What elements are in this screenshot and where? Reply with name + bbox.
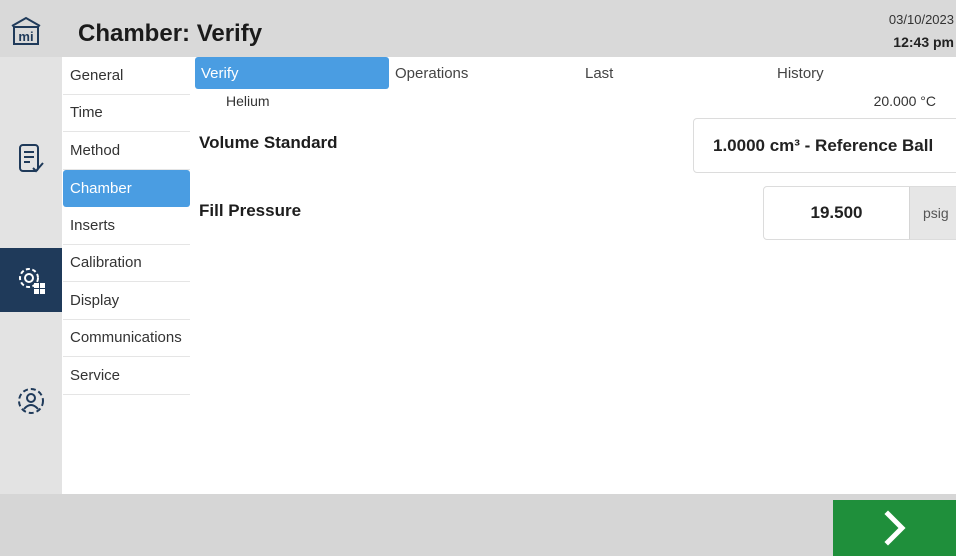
settings-item-time[interactable]: Time xyxy=(63,95,190,132)
home-button[interactable]: mi xyxy=(8,14,48,54)
settings-item-label: Time xyxy=(70,104,103,122)
settings-item-label: Display xyxy=(70,291,120,309)
chevron-right-icon xyxy=(883,510,906,546)
tab-verify[interactable]: Verify xyxy=(195,57,389,89)
footer-bar xyxy=(0,494,956,556)
settings-item-label: Communications xyxy=(70,329,182,347)
settings-item-inserts[interactable]: Inserts xyxy=(63,207,190,245)
settings-item-label: Inserts xyxy=(70,216,116,234)
settings-item-general[interactable]: General xyxy=(63,57,190,95)
next-button[interactable] xyxy=(833,500,956,556)
settings-list: General Time Method Chamber Inserts Cali… xyxy=(63,57,190,395)
settings-item-label: Calibration xyxy=(70,254,142,272)
left-rail xyxy=(0,57,62,494)
tab-history[interactable]: History xyxy=(771,57,956,89)
user-settings-icon xyxy=(18,388,44,414)
settings-item-calibration[interactable]: Calibration xyxy=(63,245,190,282)
tab-operations[interactable]: Operations xyxy=(389,57,579,89)
settings-item-label: Method xyxy=(70,141,121,159)
svg-text:mi: mi xyxy=(18,29,33,44)
user-settings-button[interactable] xyxy=(0,370,62,434)
home-icon: mi xyxy=(11,16,41,45)
settings-item-display[interactable]: Display xyxy=(63,282,190,320)
settings-item-method[interactable]: Method xyxy=(63,132,190,170)
volume-standard-label: Volume Standard xyxy=(199,133,338,152)
settings-item-label: General xyxy=(70,66,124,84)
settings-item-communications[interactable]: Communications xyxy=(63,320,190,357)
tab-last[interactable]: Last xyxy=(579,57,771,89)
date-display: 03/10/2023 xyxy=(888,12,954,27)
settings-item-service[interactable]: Service xyxy=(63,357,190,395)
report-icon xyxy=(19,144,44,173)
fill-pressure-label: Fill Pressure xyxy=(199,201,302,220)
fill-pressure-input[interactable]: 19.500 xyxy=(764,187,909,239)
header-bar: mi Chamber: Verify 03/10/2023 12:43 pm xyxy=(0,0,956,57)
pressure-unit: psig xyxy=(909,187,956,239)
settings-grid-button[interactable] xyxy=(0,248,62,312)
tab-bar: Verify Operations Last History xyxy=(195,57,956,89)
settings-item-label: Chamber xyxy=(70,179,132,197)
settings-item-chamber[interactable]: Chamber xyxy=(63,169,190,207)
temperature-label: 20.000 °C xyxy=(873,93,936,109)
fill-pressure-field: 19.500 psig xyxy=(763,186,956,240)
report-button[interactable] xyxy=(0,127,62,191)
time-display: 12:43 pm xyxy=(893,34,954,50)
volume-standard-select[interactable]: 1.0000 cm³ - Reference Ball xyxy=(693,118,956,173)
settings-grid-icon xyxy=(19,268,45,294)
settings-item-label: Service xyxy=(70,366,121,384)
gas-label: Helium xyxy=(226,93,270,109)
page-title: Chamber: Verify xyxy=(78,20,263,47)
